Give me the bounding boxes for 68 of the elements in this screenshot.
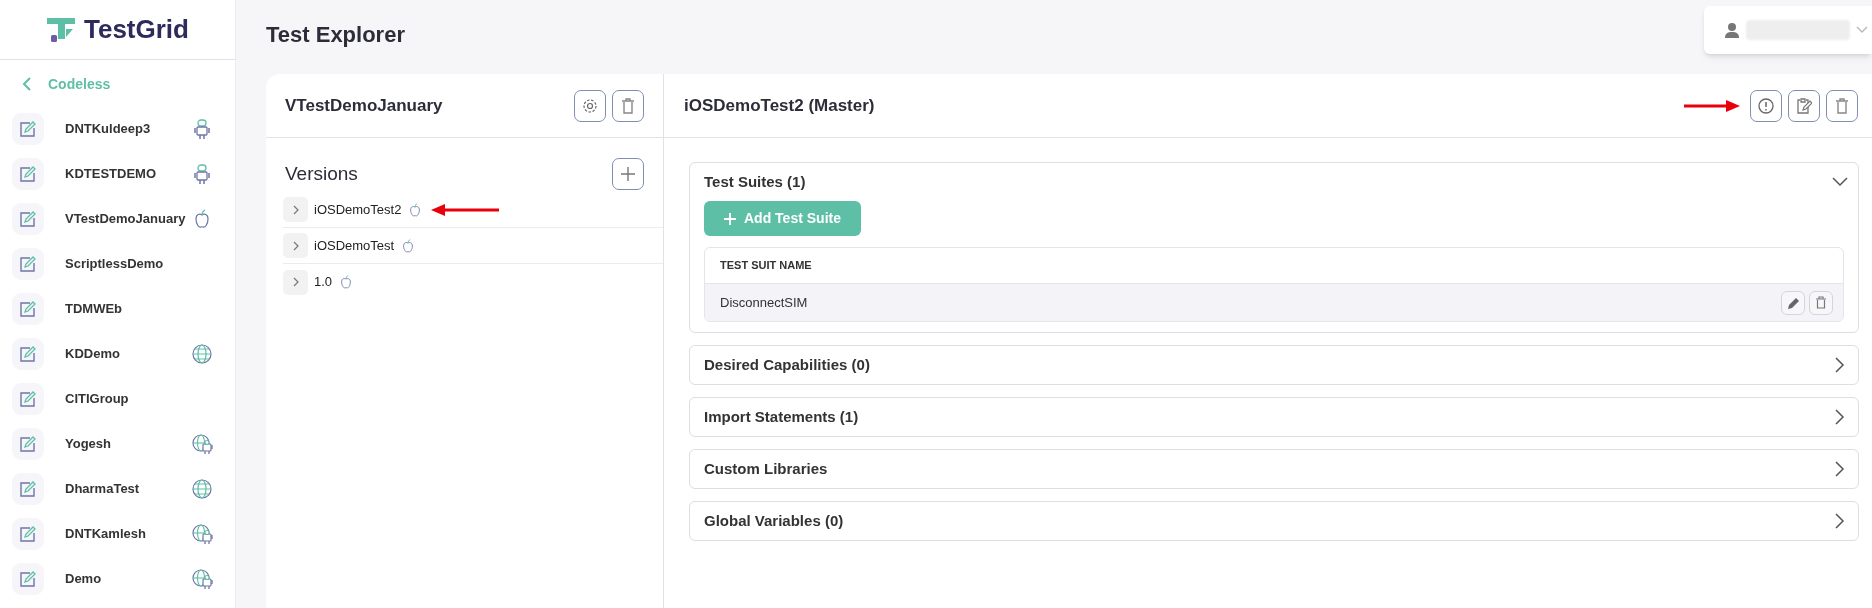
pencil-icon <box>1786 296 1800 309</box>
edit-icon <box>19 254 37 273</box>
edit-icon <box>19 524 37 543</box>
brand-name: TestGrid <box>84 13 189 46</box>
edit-icon <box>19 434 37 453</box>
caret-icon <box>1856 26 1868 34</box>
sidebar-item[interactable]: KDTESTDEMO <box>0 151 235 196</box>
section-title[interactable]: Desired Capabilities (0) <box>704 353 870 377</box>
sidebar-item[interactable]: TDMWEb <box>0 286 235 331</box>
annotation-arrow <box>1684 99 1740 112</box>
android-robot-icon <box>191 162 213 185</box>
sidebar-item[interactable]: DNTKuldeep3 <box>0 106 235 151</box>
trash-icon <box>1835 97 1849 114</box>
edit-icon <box>19 389 37 408</box>
delete-button[interactable] <box>1826 89 1858 122</box>
column-header: TEST SUIT NAME <box>720 258 812 274</box>
sidebar-item[interactable]: KDDemo <box>0 331 235 376</box>
info-icon <box>1758 97 1774 114</box>
add-version-button[interactable] <box>612 158 644 190</box>
sidebar-item[interactable]: CITIGroup <box>0 376 235 421</box>
user-icon <box>1724 22 1740 38</box>
globe-android-icon <box>191 522 213 545</box>
info-button[interactable] <box>1750 89 1782 122</box>
sidebar-item[interactable]: DharmaTest <box>0 466 235 511</box>
page-title: Test Explorer <box>266 21 405 49</box>
logo-icon <box>46 16 76 43</box>
edit-icon <box>19 119 37 138</box>
trash-icon <box>1815 296 1827 309</box>
sidebar-item[interactable]: DNTKamlesh <box>0 511 235 556</box>
version-item[interactable]: iOSDemoTest2 <box>314 199 402 220</box>
project-title: VTestDemoJanuary <box>285 94 443 117</box>
section-title[interactable]: Test Suites (1) <box>704 170 806 194</box>
annotation-arrow <box>429 203 500 216</box>
trash-icon <box>621 97 635 114</box>
sidebar-item[interactable]: Demo <box>0 556 235 601</box>
edit-icon <box>19 344 37 363</box>
versions-heading: Versions <box>285 161 358 186</box>
plus-icon <box>724 212 736 225</box>
delete-button[interactable] <box>612 89 644 122</box>
clipboard-edit-icon <box>1796 97 1812 114</box>
edit-icon <box>19 569 37 588</box>
globe-icon <box>191 477 213 500</box>
section-title[interactable]: Import Statements (1) <box>704 405 859 429</box>
section-title[interactable]: Custom Libraries <box>704 457 828 481</box>
sidebar-item[interactable]: VTestDemoJanuary <box>0 196 235 241</box>
expand-toggle[interactable] <box>283 269 308 295</box>
globe-icon <box>191 342 213 365</box>
back-chevron-icon[interactable] <box>22 77 32 91</box>
edit-button[interactable] <box>1788 89 1820 122</box>
plus-icon <box>621 167 635 181</box>
globe-android-icon <box>191 567 213 590</box>
sidebar-item[interactable]: ScriptlessDemo <box>0 241 235 286</box>
edit-icon <box>19 164 37 183</box>
edit-icon <box>19 479 37 498</box>
version-item[interactable]: 1.0 <box>314 272 333 292</box>
settings-icon <box>582 97 598 114</box>
expand-toggle[interactable] <box>283 233 308 258</box>
sidebar-item[interactable]: Yogesh <box>0 421 235 466</box>
edit-icon <box>19 209 37 228</box>
settings-button[interactable] <box>574 89 606 122</box>
android-robot-icon <box>191 117 213 140</box>
version-title: iOSDemoTest2 (Master) <box>684 94 875 117</box>
section-title[interactable]: Global Variables (0) <box>704 509 844 533</box>
expand-toggle[interactable] <box>283 197 308 222</box>
edit-icon <box>19 299 37 318</box>
globe-android-icon <box>191 432 213 455</box>
version-item[interactable]: iOSDemoTest <box>314 235 395 256</box>
table-cell-text: DisconnectSIM <box>720 293 808 312</box>
